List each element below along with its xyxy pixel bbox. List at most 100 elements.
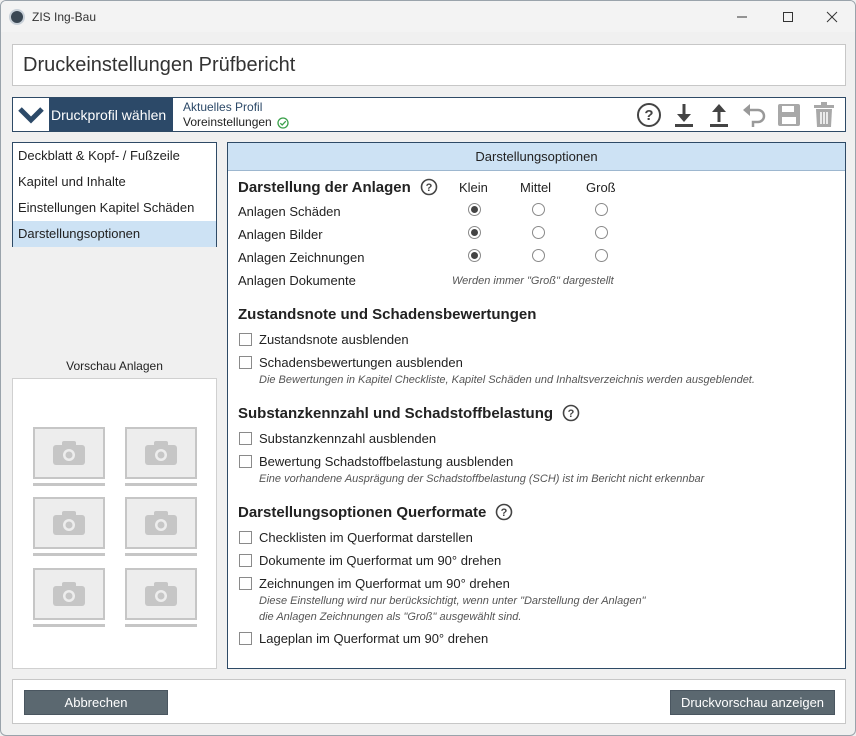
- help-circle-icon[interactable]: ?: [495, 503, 513, 521]
- panel-title: Darstellungsoptionen: [228, 143, 845, 171]
- close-button[interactable]: [809, 1, 855, 32]
- zustand-note: Die Bewertungen in Kapitel Checkliste, K…: [259, 374, 755, 386]
- option-schadstoffbelastung-label: Bewertung Schadstoffbelastung ausblenden: [259, 454, 514, 469]
- maximize-button[interactable]: [765, 1, 811, 32]
- anlagen-section-title: Darstellung der Anlagen ?: [238, 178, 438, 196]
- check-circle-icon: [277, 116, 289, 129]
- radio-bilder-klein[interactable]: [468, 226, 481, 239]
- thumb-caption-line: [33, 483, 105, 486]
- zustand-section-title: Zustandsnote und Schadensbewertungen: [238, 306, 536, 323]
- maximize-icon: [783, 11, 793, 22]
- radio-schaeden-gross[interactable]: [595, 203, 608, 216]
- option-dokumente-quer[interactable]: Dokumente im Querformat um 90° drehen: [239, 553, 501, 568]
- radio-zeichnungen-gross[interactable]: [595, 249, 608, 262]
- option-checklisten-quer-label: Checklisten im Querformat darstellen: [259, 530, 473, 545]
- current-profile-value: Voreinstellungen: [183, 115, 272, 129]
- help-button[interactable]: ?: [636, 102, 662, 128]
- save-disk-icon: [778, 104, 800, 126]
- delete-profile-button[interactable]: [811, 102, 837, 128]
- radio-schaeden-mittel[interactable]: [532, 203, 545, 216]
- undo-button[interactable]: [741, 102, 767, 128]
- row-anlagen-schaeden: Anlagen Schäden: [238, 204, 341, 219]
- camera-icon: [125, 568, 197, 620]
- cancel-button[interactable]: Abbrechen: [24, 690, 168, 715]
- checkbox-zeichnungen-quer[interactable]: [239, 577, 252, 590]
- column-klein: Klein: [459, 180, 488, 195]
- svg-text:?: ?: [644, 107, 653, 124]
- nav-item-darstellung[interactable]: Darstellungsoptionen: [13, 221, 216, 247]
- option-zustandsnote-label: Zustandsnote ausblenden: [259, 332, 409, 347]
- minimize-button[interactable]: [719, 1, 765, 32]
- quer-title-text: Darstellungsoptionen Querformate: [238, 503, 487, 521]
- substanz-note: Eine vorhandene Ausprägung der Schadstof…: [259, 473, 705, 485]
- row-anlagen-zeichnungen: Anlagen Zeichnungen: [238, 250, 365, 265]
- preview-panel: [12, 378, 217, 669]
- camera-icon: [33, 568, 105, 620]
- checkbox-checklisten-quer[interactable]: [239, 531, 252, 544]
- svg-text:?: ?: [425, 182, 432, 194]
- radio-bilder-mittel[interactable]: [532, 226, 545, 239]
- column-gross: Groß: [586, 180, 616, 195]
- current-profile-info: Aktuelles Profil Voreinstellungen: [183, 100, 289, 130]
- option-zeichnungen-quer[interactable]: Zeichnungen im Querformat um 90° drehen: [239, 576, 510, 591]
- radio-bilder-gross[interactable]: [595, 226, 608, 239]
- row-anlagen-dokumente: Anlagen Dokumente: [238, 273, 356, 288]
- checkbox-substanzkennzahl[interactable]: [239, 432, 252, 445]
- quer-note-line1: Diese Einstellung wird nur berücksichtig…: [259, 595, 646, 607]
- row-anlagen-bilder: Anlagen Bilder: [238, 227, 323, 242]
- substanz-title-text: Substanzkennzahl und Schadstoffbelastung: [238, 404, 554, 422]
- camera-icon: [125, 427, 197, 479]
- checkbox-schadensbewertungen[interactable]: [239, 356, 252, 369]
- profile-toolbar: ?: [636, 101, 837, 129]
- option-lageplan-quer[interactable]: Lageplan im Querformat um 90° drehen: [239, 631, 488, 646]
- options-panel: Darstellungsoptionen Darstellung der Anl…: [227, 142, 846, 669]
- radio-zeichnungen-mittel[interactable]: [532, 249, 545, 262]
- select-profile-label: Druckprofil wählen: [51, 106, 167, 123]
- select-profile-button[interactable]: Druckprofil wählen: [13, 98, 173, 131]
- footer-bar: Abbrechen Druckvorschau anzeigen: [12, 679, 846, 724]
- thumb-caption-line: [33, 553, 105, 556]
- current-profile-label: Aktuelles Profil: [183, 100, 263, 114]
- print-preview-button[interactable]: Druckvorschau anzeigen: [670, 690, 835, 715]
- option-zeichnungen-quer-label: Zeichnungen im Querformat um 90° drehen: [259, 576, 510, 591]
- page-header: Druckeinstellungen Prüfbericht: [12, 44, 846, 86]
- substanz-section-title: Substanzkennzahl und Schadstoffbelastung…: [238, 404, 580, 422]
- checkbox-lageplan-quer[interactable]: [239, 632, 252, 645]
- checkbox-dokumente-quer[interactable]: [239, 554, 252, 567]
- option-zustandsnote[interactable]: Zustandsnote ausblenden: [239, 332, 409, 347]
- option-schadstoffbelastung[interactable]: Bewertung Schadstoffbelastung ausblenden: [239, 454, 513, 469]
- option-checklisten-quer[interactable]: Checklisten im Querformat darstellen: [239, 530, 473, 545]
- window-title: ZIS Ing-Bau: [32, 9, 97, 24]
- title-bar: ZIS Ing-Bau: [1, 1, 855, 32]
- nav-item-schaeden[interactable]: Einstellungen Kapitel Schäden: [13, 195, 216, 221]
- option-substanzkennzahl-label: Substanzkennzahl ausblenden: [259, 431, 437, 446]
- help-circle-icon[interactable]: ?: [562, 404, 580, 422]
- radio-schaeden-klein[interactable]: [468, 203, 481, 216]
- app-logo-icon: [9, 8, 25, 25]
- undo-arrow-icon: [743, 104, 766, 127]
- camera-icon: [125, 497, 197, 549]
- settings-nav: Deckblatt & Kopf- / Fußzeile Kapitel und…: [12, 142, 217, 247]
- quer-section-title: Darstellungsoptionen Querformate ?: [238, 503, 513, 521]
- option-substanzkennzahl[interactable]: Substanzkennzahl ausblenden: [239, 431, 436, 446]
- radio-zeichnungen-klein[interactable]: [468, 249, 481, 262]
- save-button[interactable]: [776, 102, 802, 128]
- thumb-caption-line: [125, 483, 197, 486]
- checkbox-zustandsnote[interactable]: [239, 333, 252, 346]
- option-schadensbewertungen[interactable]: Schadensbewertungen ausblenden: [239, 355, 463, 370]
- quer-note-line2: die Anlagen Zeichnungen als "Groß" ausge…: [259, 611, 522, 623]
- help-circle-icon: ?: [637, 103, 661, 127]
- camera-icon: [33, 427, 105, 479]
- preview-title: Vorschau Anlagen: [66, 359, 163, 373]
- nav-item-deckblatt[interactable]: Deckblatt & Kopf- / Fußzeile: [13, 143, 216, 169]
- app-window: ZIS Ing-Bau Druckeinstellungen Prüfberic…: [0, 0, 856, 736]
- minimize-icon: [737, 16, 747, 17]
- upload-profile-button[interactable]: [706, 102, 732, 128]
- help-circle-icon[interactable]: ?: [420, 178, 438, 196]
- option-schadensbewertungen-label: Schadensbewertungen ausblenden: [259, 355, 463, 370]
- checkbox-schadstoffbelastung[interactable]: [239, 455, 252, 468]
- chevron-down-icon: [13, 98, 49, 131]
- thumb-caption-line: [125, 624, 197, 627]
- download-profile-button[interactable]: [671, 102, 697, 128]
- nav-item-kapitel[interactable]: Kapitel und Inhalte: [13, 169, 216, 195]
